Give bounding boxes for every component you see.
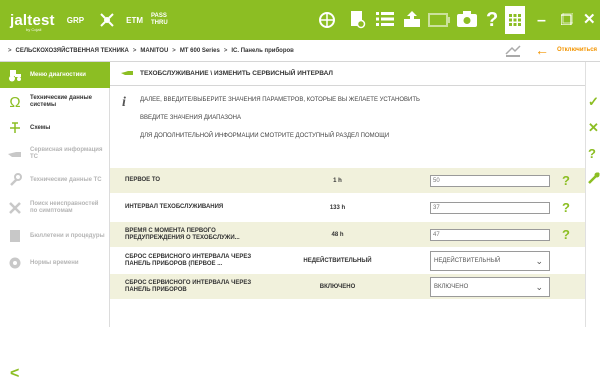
parameter-current-value: 48 h xyxy=(331,231,344,238)
restore-icon[interactable] xyxy=(561,13,573,25)
breadcrumb-item[interactable]: СЕЛЬСКОХОЗЯЙСТВЕННАЯ ТЕХНИКА xyxy=(16,48,129,54)
parameter-value-select[interactable]: НЕДЕЙСТВИТЕЛЬНЫЙ ⌄ xyxy=(430,250,550,271)
wrench-icon xyxy=(0,173,30,187)
document-icon xyxy=(0,229,30,243)
clock-gear-icon xyxy=(0,256,30,270)
parameter-value-input[interactable]: 47 xyxy=(430,228,550,241)
info-text-line: ДАЛЕЕ, ВВЕДИТЕ/ВЫБЕРИТЕ ЗНАЧЕНИЯ ПАРАМЕТ… xyxy=(140,97,420,103)
help-icon[interactable]: ? xyxy=(562,227,570,242)
jaltest-logo: jaltest xyxy=(10,11,55,29)
parameter-current-value: ВКЛЮЧЕНО xyxy=(319,283,356,290)
parameter-current-value: НЕДЕЙСТВИТЕЛЬНЫЙ xyxy=(303,257,372,264)
oil-can-icon xyxy=(120,68,134,80)
chevron-right-icon: > xyxy=(223,47,228,54)
grp-module-button[interactable]: GRP xyxy=(67,16,84,25)
sidebar-item-diagnostics-menu[interactable]: Меню диагностики xyxy=(0,62,110,88)
chevron-down-icon: ⌄ xyxy=(535,281,543,292)
tractor-icon xyxy=(0,69,30,82)
omega-icon: Ω xyxy=(9,93,21,111)
parameter-name: СБРОС СЕРВИСНОГО ИНТЕРВАЛА ЧЕРЕЗ ПАНЕЛЬ … xyxy=(125,253,252,267)
camera-icon[interactable] xyxy=(457,11,477,27)
tools-icon[interactable] xyxy=(588,172,600,187)
cancel-x-icon[interactable]: ✕ xyxy=(588,120,599,136)
info-icon: i xyxy=(122,95,126,110)
parameter-row: ВРЕМЯ С МОМЕНТА ПЕРВОГО ПРЕДУПРЕЖДЕНИЯ О… xyxy=(110,222,585,247)
confirm-check-icon[interactable]: ✓ xyxy=(588,94,599,110)
disconnect-arrow-icon[interactable]: ← xyxy=(535,42,549,58)
chevron-down-icon: ⌄ xyxy=(535,255,543,266)
list-icon[interactable] xyxy=(376,11,394,27)
minimize-icon[interactable]: – xyxy=(537,12,546,30)
help-icon[interactable]: ? xyxy=(486,9,498,32)
parameter-value-input[interactable]: 50 xyxy=(430,174,550,187)
back-arrow-icon[interactable]: < xyxy=(10,365,19,383)
sidebar-item-system-technical-data[interactable]: Ω Технические данные системы xyxy=(0,89,110,115)
sidebar-item-label: Технические данные системы xyxy=(30,95,92,108)
sidebar-item-label: Нормы времени xyxy=(30,259,79,266)
breadcrumb: > СЕЛЬСКОХОЗЯЙСТВЕННАЯ ТЕХНИКА > MANITOU… xyxy=(0,40,600,62)
parameter-value-select[interactable]: ВКЛЮЧЕНО ⌄ xyxy=(430,276,550,297)
logo-subtitle: by Cojali xyxy=(26,27,42,32)
tools-icon xyxy=(0,201,30,215)
breadcrumb-item[interactable]: MT 600 Series xyxy=(180,48,220,54)
close-icon[interactable]: ✕ xyxy=(583,10,596,28)
help-arrow-icon[interactable]: ? xyxy=(588,146,596,161)
info-text-line: ВВЕДИТЕ ЗНАЧЕНИЯ ДИАПАЗОНА xyxy=(140,115,241,121)
breadcrumb-item[interactable]: IC. Панель приборов xyxy=(231,48,293,54)
parameter-name: ПЕРВОЕ ТО xyxy=(125,177,161,183)
sidebar-item-label: Сервисная информация ТС xyxy=(30,147,103,160)
pass-label: PASS xyxy=(151,13,167,19)
parameter-name: ИНТЕРВАЛ ТЕХОБСЛУЖИВАНИЯ xyxy=(125,204,224,210)
apps-grid-icon[interactable] xyxy=(505,6,525,34)
top-toolbar: jaltest by Cojali GRP ETM PASS THRU ? – … xyxy=(0,0,600,40)
help-icon[interactable]: ? xyxy=(562,200,570,215)
disconnect-button[interactable]: Отключиться xyxy=(557,47,597,53)
sidebar: Меню диагностики Ω Технические данные си… xyxy=(0,62,110,382)
sidebar-item-label: Технические данные ТС xyxy=(30,176,102,183)
sidebar-item-symptom-troubleshooting[interactable]: Поиск неисправностей по симптомам xyxy=(0,193,110,223)
page-title: ТЕХОБСЛУЖИВАНИЕ \ ИЗМЕНИТЬ СЕРВИСНЫЙ ИНТ… xyxy=(140,70,333,77)
sidebar-item-vehicle-technical-data[interactable]: Технические данные ТС xyxy=(0,167,110,193)
main-content: ТЕХОБСЛУЖИВАНИЕ \ ИЗМЕНИТЬ СЕРВИСНЫЙ ИНТ… xyxy=(110,62,585,327)
chevron-right-icon: > xyxy=(8,47,12,54)
etm-module-button[interactable]: ETM xyxy=(126,16,143,25)
section-header: ТЕХОБСЛУЖИВАНИЕ \ ИЗМЕНИТЬ СЕРВИСНЫЙ ИНТ… xyxy=(110,62,585,86)
parameter-current-value: 1 h xyxy=(333,177,342,184)
sidebar-item-label: Схемы xyxy=(30,124,51,131)
sidebar-item-vehicle-service-info[interactable]: Сервисная информация ТС xyxy=(0,141,110,167)
right-action-bar: ✓ ✕ ? xyxy=(585,62,600,327)
parameter-row: ИНТЕРВАЛ ТЕХОБСЛУЖИВАНИЯ 133 h 37 ? xyxy=(110,195,585,220)
network-icon[interactable] xyxy=(318,11,336,29)
parameter-name: СБРОС СЕРВИСНОГО ИНТЕРВАЛА ЧЕРЕЗ ПАНЕЛЬ … xyxy=(125,279,252,293)
parameter-current-value: 133 h xyxy=(329,204,346,211)
chevron-right-icon: > xyxy=(172,47,176,54)
connection-status-icon xyxy=(505,44,521,60)
chevron-right-icon: > xyxy=(132,47,137,54)
satellite-icon[interactable] xyxy=(98,11,116,29)
sidebar-item-label: Бюллетени и процедуры xyxy=(30,232,105,239)
parameter-name: ВРЕМЯ С МОМЕНТА ПЕРВОГО ПРЕДУПРЕЖДЕНИЯ О… xyxy=(125,227,240,241)
sidebar-item-bulletins-procedures[interactable]: Бюллетени и процедуры xyxy=(0,223,110,249)
parameter-row: СБРОС СЕРВИСНОГО ИНТЕРВАЛА ЧЕРЕЗ ПАНЕЛЬ … xyxy=(110,274,585,299)
schematic-icon xyxy=(0,121,30,135)
oil-can-icon xyxy=(0,148,30,160)
sidebar-item-labour-times[interactable]: Нормы времени xyxy=(0,250,110,276)
pass-thru-button[interactable]: PASS THRU xyxy=(151,13,168,27)
document-search-icon[interactable] xyxy=(350,10,366,30)
sidebar-item-label: Поиск неисправностей по симптомам xyxy=(30,201,99,214)
select-value: ВКЛЮЧЕНО xyxy=(434,283,469,290)
parameter-row: СБРОС СЕРВИСНОГО ИНТЕРВАЛА ЧЕРЕЗ ПАНЕЛЬ … xyxy=(110,248,585,273)
breadcrumb-item[interactable]: MANITOU xyxy=(140,48,168,54)
select-value: НЕДЕЙСТВИТЕЛЬНЫЙ xyxy=(434,257,501,264)
sidebar-item-label: Меню диагностики xyxy=(30,71,86,78)
battery-icon[interactable] xyxy=(428,13,450,27)
thru-label: THRU xyxy=(151,20,168,26)
parameter-value-input[interactable]: 37 xyxy=(430,201,550,214)
sidebar-item-schematics[interactable]: Схемы xyxy=(0,115,110,141)
upload-icon[interactable] xyxy=(403,10,421,28)
help-icon[interactable]: ? xyxy=(562,173,570,188)
parameter-row: ПЕРВОЕ ТО 1 h 50 ? xyxy=(110,168,585,193)
info-text-line: ДЛЯ ДОПОЛНИТЕЛЬНОЙ ИНФОРМАЦИИ СМОТРИТЕ Д… xyxy=(140,133,390,139)
